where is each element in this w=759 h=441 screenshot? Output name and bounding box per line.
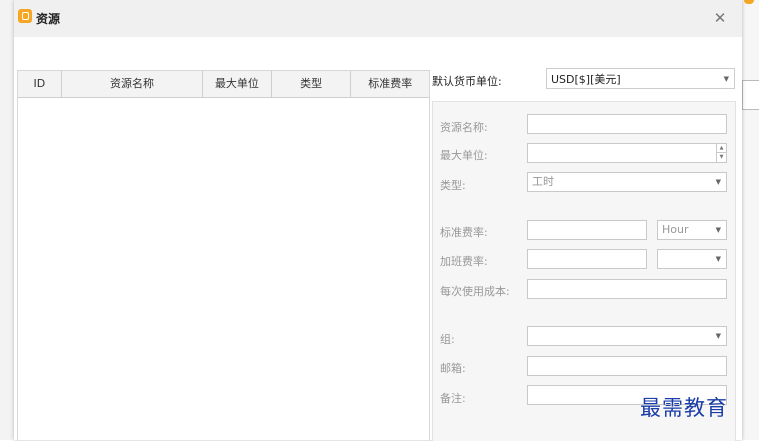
background-app-right	[742, 0, 759, 440]
currency-value: USD[$][美元]	[551, 73, 621, 86]
ot-rate-unit-select[interactable]: ▼	[657, 249, 727, 269]
close-icon[interactable]: ✕	[710, 8, 730, 28]
std-rate-unit-value: Hour	[662, 223, 689, 236]
chevron-down-icon: ▼	[715, 255, 721, 263]
ot-rate-label: 加班费率:	[440, 255, 488, 268]
resource-table: ID 资源名称 最大单位 类型 标准费率	[17, 70, 430, 441]
max-units-label: 最大单位:	[440, 149, 488, 162]
column-header-name[interactable]: 资源名称	[62, 71, 204, 97]
currency-select[interactable]: USD[$][美元] ▼	[546, 68, 735, 89]
dialog-title: 资源	[36, 12, 61, 26]
chevron-down-icon: ▼	[723, 75, 729, 83]
email-label: 邮箱:	[440, 362, 466, 375]
stepper-up-icon[interactable]: ▲	[717, 144, 726, 153]
column-header-id[interactable]: ID	[18, 71, 62, 97]
table-header: ID 资源名称 最大单位 类型 标准费率	[18, 71, 429, 98]
notes-label: 备注:	[440, 392, 466, 405]
std-rate-unit-select[interactable]: Hour ▼	[657, 220, 727, 240]
max-units-stepper[interactable]: ▲ ▼	[527, 143, 727, 163]
stepper-buttons[interactable]: ▲ ▼	[716, 144, 726, 162]
type-value: 工时	[532, 175, 554, 188]
currency-label: 默认货币单位:	[432, 75, 502, 88]
resource-form-panel: 资源名称: 最大单位: ▲ ▼ 类型: 工时 ▼ 标准费率: Hour ▼ 加班…	[432, 101, 736, 441]
background-app-tab	[742, 80, 759, 110]
column-header-std-rate[interactable]: 标准费率	[351, 71, 429, 97]
type-select[interactable]: 工时 ▼	[527, 172, 727, 192]
std-rate-input[interactable]	[527, 220, 647, 240]
dialog-titlebar: 资源 ✕	[14, 0, 742, 37]
type-label: 类型:	[440, 179, 466, 192]
column-header-max-units[interactable]: 最大单位	[203, 71, 272, 97]
stepper-down-icon[interactable]: ▼	[717, 153, 726, 162]
column-header-type[interactable]: 类型	[272, 71, 352, 97]
resource-dialog: 资源 ✕ ID 资源名称 最大单位 类型 标准费率 默认货币单位: USD[$]…	[14, 0, 742, 441]
cost-per-use-input[interactable]	[527, 279, 727, 299]
group-label: 组:	[440, 333, 455, 346]
cost-per-use-label: 每次使用成本:	[440, 285, 510, 298]
ot-rate-input[interactable]	[527, 249, 647, 269]
watermark: 最需教育	[640, 396, 728, 420]
name-input[interactable]	[527, 114, 727, 134]
std-rate-label: 标准费率:	[440, 226, 488, 239]
email-field[interactable]	[527, 356, 727, 376]
chevron-down-icon: ▼	[715, 178, 721, 186]
chevron-down-icon: ▼	[715, 332, 721, 340]
chevron-down-icon: ▼	[715, 226, 721, 234]
name-label: 资源名称:	[440, 121, 488, 134]
background-app-left	[0, 0, 14, 440]
app-logo-icon	[18, 9, 32, 23]
group-select[interactable]: ▼	[527, 326, 727, 346]
